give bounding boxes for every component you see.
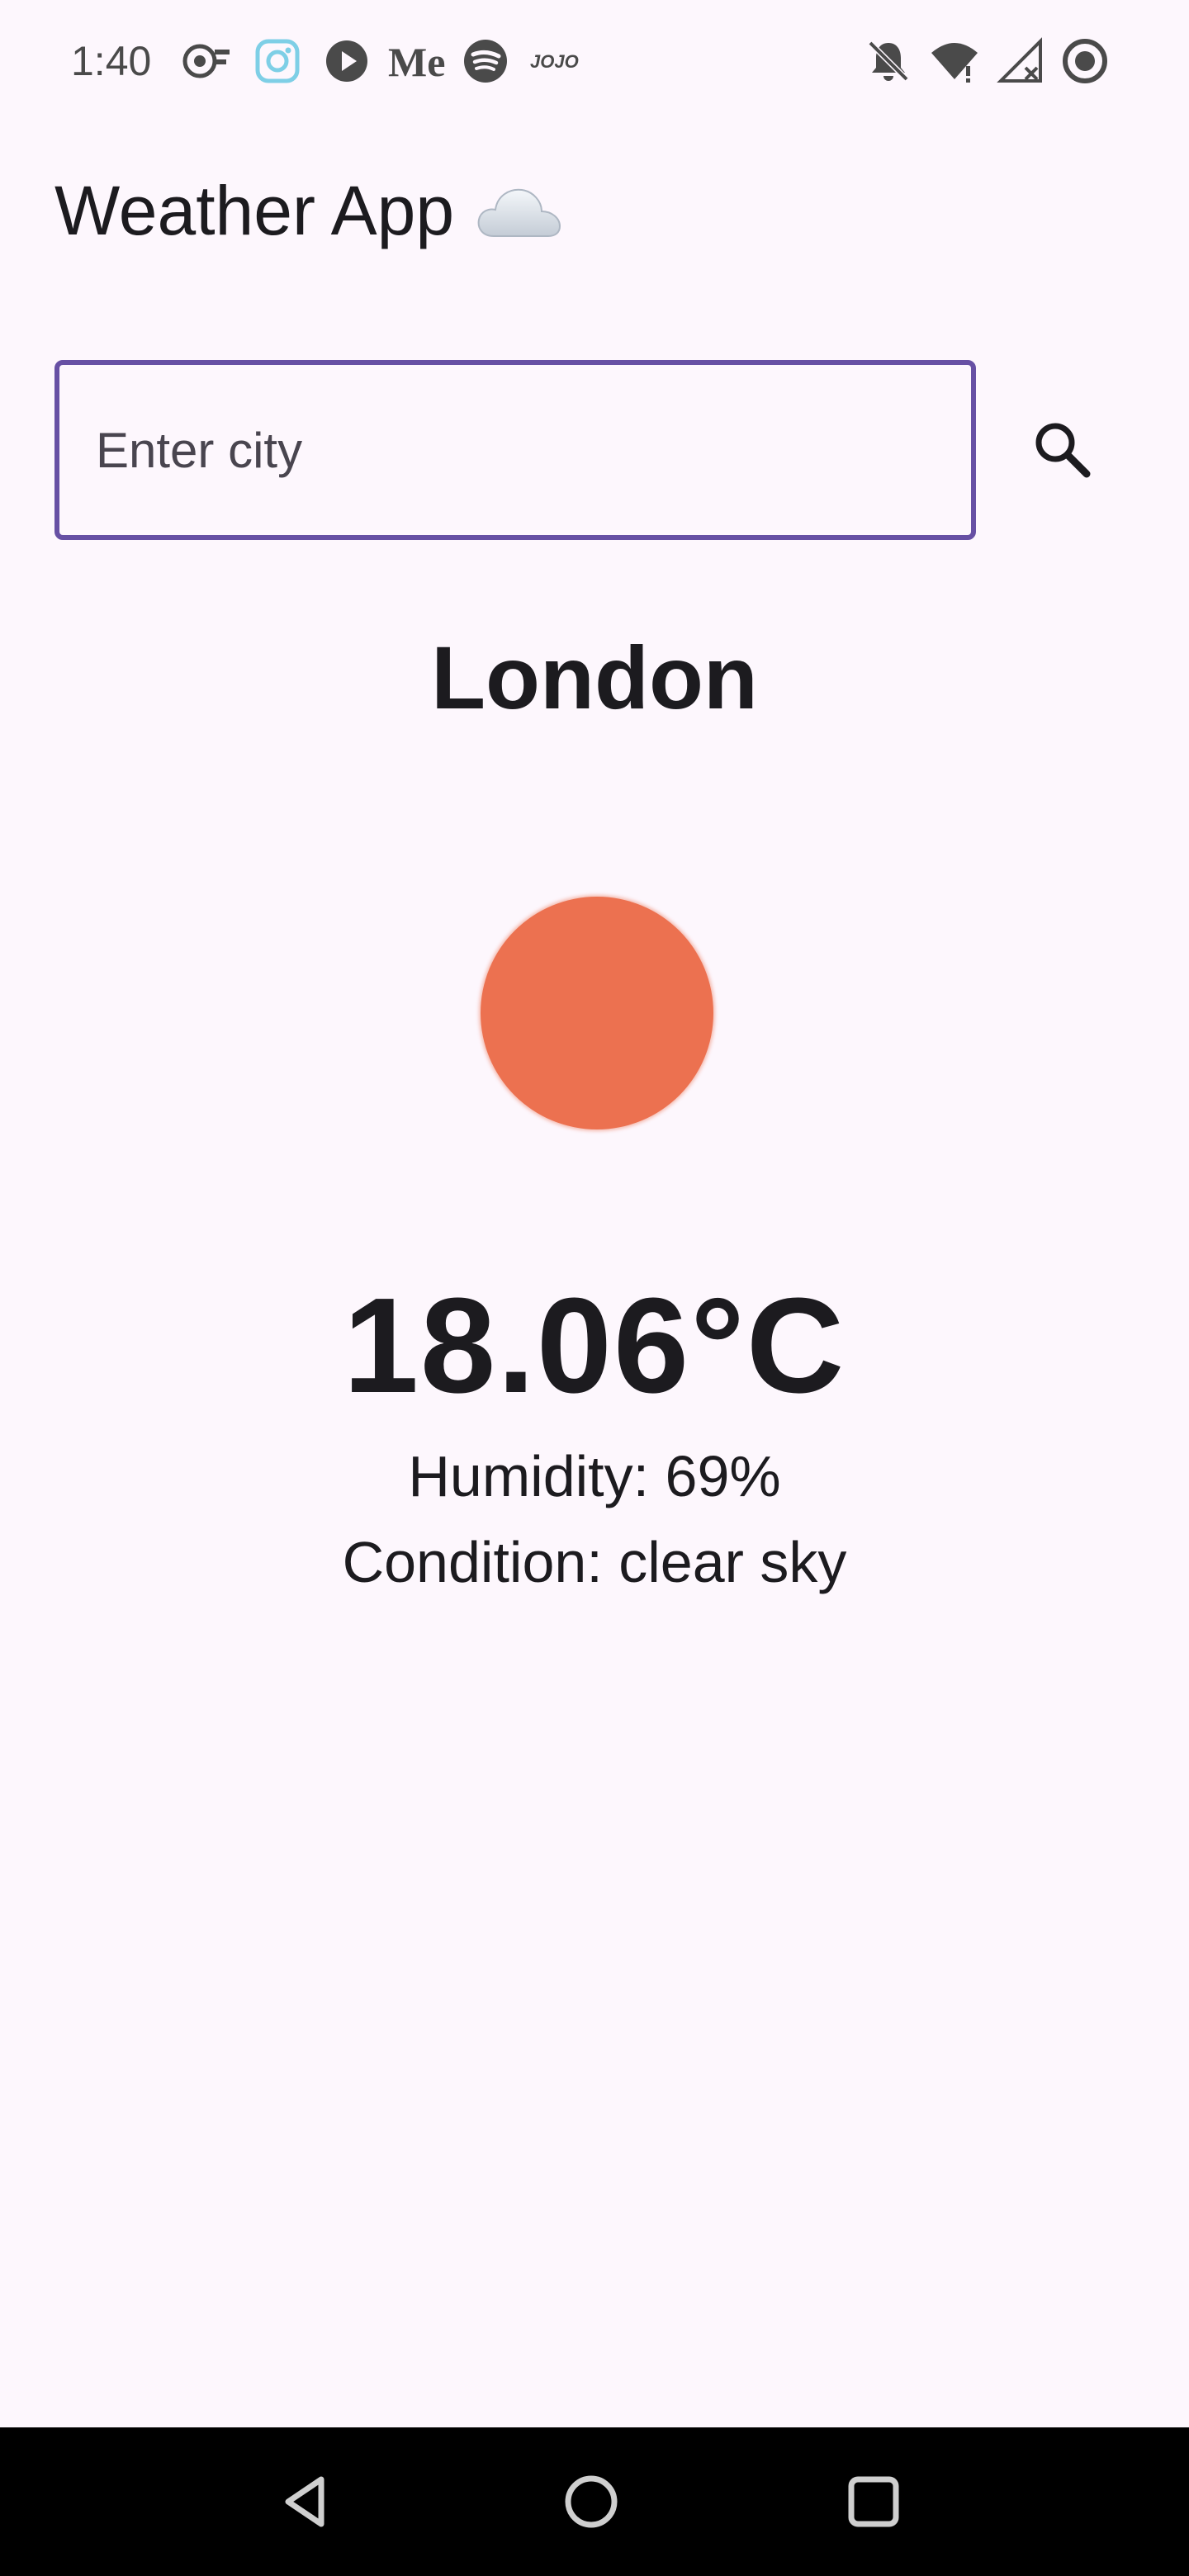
recents-icon bbox=[848, 2476, 899, 2527]
status-time: 1:40 bbox=[71, 38, 152, 84]
search-button[interactable] bbox=[1012, 400, 1111, 499]
recents-button[interactable] bbox=[841, 2469, 907, 2535]
spotify-icon bbox=[464, 40, 507, 83]
svg-text:JOJO: JOJO bbox=[530, 51, 579, 72]
city-name: London bbox=[431, 627, 758, 727]
condition-text: Condition: clear sky bbox=[342, 1530, 847, 1594]
back-icon bbox=[285, 2476, 324, 2527]
temperature-value: 18.06°C bbox=[343, 1270, 846, 1421]
medium-icon: Me bbox=[388, 39, 445, 85]
back-button[interactable] bbox=[272, 2469, 339, 2535]
jojo-icon: JOJO bbox=[530, 51, 579, 72]
play-icon bbox=[326, 40, 367, 82]
app-title-text: Weather App bbox=[54, 172, 455, 249]
cellular-no-signal-icon bbox=[997, 37, 1042, 83]
navigation-bar bbox=[0, 2427, 1189, 2576]
cloud-icon bbox=[477, 188, 561, 237]
instagram-icon bbox=[255, 39, 300, 83]
battery-saver-icon bbox=[1063, 39, 1107, 83]
wifi-icon bbox=[931, 43, 978, 83]
city-search-input[interactable] bbox=[54, 360, 976, 540]
humidity-text: Humidity: 69% bbox=[408, 1444, 781, 1508]
status-bar: 1:40 Me JOJO bbox=[0, 0, 1189, 124]
home-button[interactable] bbox=[558, 2469, 624, 2535]
sun-icon bbox=[481, 897, 713, 1129]
svg-text:Me: Me bbox=[388, 39, 445, 85]
podcast-app-icon bbox=[182, 44, 230, 78]
home-icon bbox=[565, 2475, 618, 2528]
notifications-off-icon bbox=[868, 40, 909, 82]
app-title: Weather App bbox=[54, 165, 561, 256]
search-icon bbox=[1035, 423, 1091, 478]
